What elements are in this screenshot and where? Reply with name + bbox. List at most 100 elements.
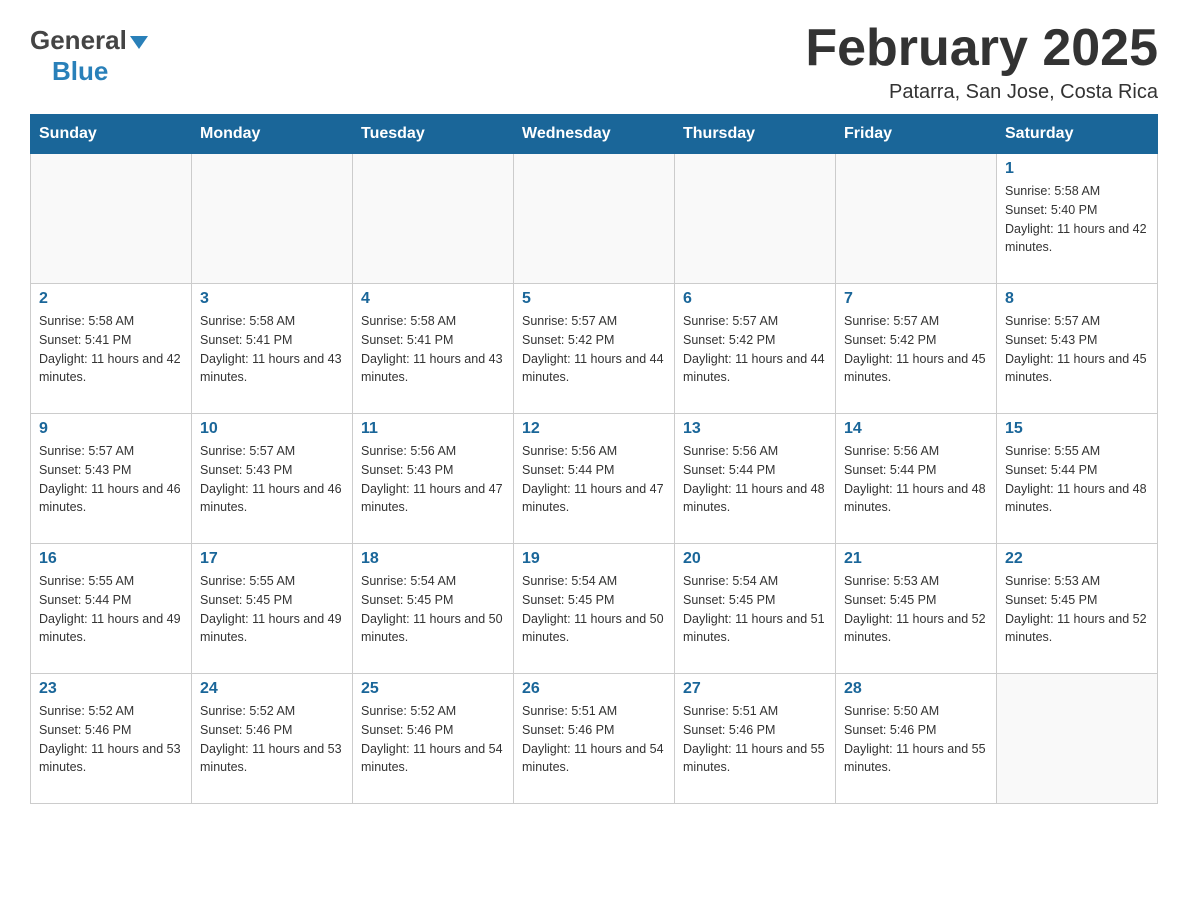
day-info: Sunrise: 5:56 AMSunset: 5:43 PMDaylight:… xyxy=(361,442,505,517)
calendar-cell: 18 Sunrise: 5:54 AMSunset: 5:45 PMDayligh… xyxy=(353,544,514,674)
day-number: 11 xyxy=(361,420,505,438)
calendar-cell: 5 Sunrise: 5:57 AMSunset: 5:42 PMDaylight… xyxy=(514,284,675,414)
day-number: 24 xyxy=(200,680,344,698)
day-number: 3 xyxy=(200,290,344,308)
calendar-cell: 10 Sunrise: 5:57 AMSunset: 5:43 PMDayligh… xyxy=(192,414,353,544)
day-number: 26 xyxy=(522,680,666,698)
calendar-cell: 17Sunrise: 5:55 AMSunset: 5:45 PMDayligh… xyxy=(192,544,353,674)
week-row-5: 23 Sunrise: 5:52 AMSunset: 5:46 PMDayligh… xyxy=(31,674,1158,804)
week-row-2: 2 Sunrise: 5:58 AMSunset: 5:41 PMDaylight… xyxy=(31,284,1158,414)
title-block: February 2025 Patarra, San Jose, Costa R… xyxy=(805,20,1158,104)
calendar-cell: 26 Sunrise: 5:51 AMSunset: 5:46 PMDayligh… xyxy=(514,674,675,804)
calendar-cell: 7 Sunrise: 5:57 AMSunset: 5:42 PMDaylight… xyxy=(836,284,997,414)
day-info: Sunrise: 5:58 AMSunset: 5:41 PMDaylight:… xyxy=(200,312,344,387)
location-subtitle: Patarra, San Jose, Costa Rica xyxy=(805,81,1158,104)
day-number: 4 xyxy=(361,290,505,308)
day-info: Sunrise: 5:56 AMSunset: 5:44 PMDaylight:… xyxy=(683,442,827,517)
day-number: 10 xyxy=(200,420,344,438)
day-info: Sunrise: 5:52 AMSunset: 5:46 PMDaylight:… xyxy=(39,702,183,777)
calendar-cell: 22 Sunrise: 5:53 AMSunset: 5:45 PMDayligh… xyxy=(997,544,1158,674)
month-year-title: February 2025 xyxy=(805,20,1158,77)
day-info: Sunrise: 5:57 AMSunset: 5:43 PMDaylight:… xyxy=(200,442,344,517)
day-info: Sunrise: 5:57 AMSunset: 5:42 PMDaylight:… xyxy=(844,312,988,387)
day-info: Sunrise: 5:51 AMSunset: 5:46 PMDaylight:… xyxy=(522,702,666,777)
day-info: Sunrise: 5:54 AMSunset: 5:45 PMDaylight:… xyxy=(361,572,505,647)
calendar-cell: 4 Sunrise: 5:58 AMSunset: 5:41 PMDaylight… xyxy=(353,284,514,414)
day-info: Sunrise: 5:57 AMSunset: 5:43 PMDaylight:… xyxy=(39,442,183,517)
weekday-header-saturday: Saturday xyxy=(997,115,1158,154)
day-number: 13 xyxy=(683,420,827,438)
calendar-cell xyxy=(675,154,836,284)
calendar-cell: 23 Sunrise: 5:52 AMSunset: 5:46 PMDayligh… xyxy=(31,674,192,804)
day-number: 2 xyxy=(39,290,183,308)
day-info: Sunrise: 5:55 AMSunset: 5:44 PMDaylight:… xyxy=(39,572,183,647)
calendar-cell: 28Sunrise: 5:50 AMSunset: 5:46 PMDayligh… xyxy=(836,674,997,804)
day-info: Sunrise: 5:54 AMSunset: 5:45 PMDaylight:… xyxy=(522,572,666,647)
day-number: 28 xyxy=(844,680,988,698)
day-number: 9 xyxy=(39,420,183,438)
day-number: 15 xyxy=(1005,420,1149,438)
calendar-cell xyxy=(997,674,1158,804)
day-number: 16 xyxy=(39,550,183,568)
calendar-cell: 16 Sunrise: 5:55 AMSunset: 5:44 PMDayligh… xyxy=(31,544,192,674)
calendar-table: SundayMondayTuesdayWednesdayThursdayFrid… xyxy=(30,114,1158,804)
calendar-cell: 19 Sunrise: 5:54 AMSunset: 5:45 PMDayligh… xyxy=(514,544,675,674)
day-info: Sunrise: 5:53 AMSunset: 5:45 PMDaylight:… xyxy=(844,572,988,647)
calendar-cell: 6 Sunrise: 5:57 AMSunset: 5:42 PMDaylight… xyxy=(675,284,836,414)
calendar-cell: 24Sunrise: 5:52 AMSunset: 5:46 PMDayligh… xyxy=(192,674,353,804)
weekday-header-friday: Friday xyxy=(836,115,997,154)
day-info: Sunrise: 5:57 AMSunset: 5:42 PMDaylight:… xyxy=(683,312,827,387)
day-info: Sunrise: 5:58 AMSunset: 5:41 PMDaylight:… xyxy=(39,312,183,387)
day-info: Sunrise: 5:54 AMSunset: 5:45 PMDaylight:… xyxy=(683,572,827,647)
weekday-header-tuesday: Tuesday xyxy=(353,115,514,154)
day-info: Sunrise: 5:57 AMSunset: 5:43 PMDaylight:… xyxy=(1005,312,1149,387)
calendar-cell: 8 Sunrise: 5:57 AMSunset: 5:43 PMDaylight… xyxy=(997,284,1158,414)
day-number: 8 xyxy=(1005,290,1149,308)
calendar-cell xyxy=(514,154,675,284)
week-row-1: 1 Sunrise: 5:58 AMSunset: 5:40 PMDaylight… xyxy=(31,154,1158,284)
day-number: 12 xyxy=(522,420,666,438)
day-number: 27 xyxy=(683,680,827,698)
week-row-4: 16 Sunrise: 5:55 AMSunset: 5:44 PMDayligh… xyxy=(31,544,1158,674)
calendar-cell: 12Sunrise: 5:56 AMSunset: 5:44 PMDayligh… xyxy=(514,414,675,544)
calendar-cell: 14Sunrise: 5:56 AMSunset: 5:44 PMDayligh… xyxy=(836,414,997,544)
day-info: Sunrise: 5:58 AMSunset: 5:40 PMDaylight:… xyxy=(1005,182,1149,257)
calendar-cell: 15 Sunrise: 5:55 AMSunset: 5:44 PMDayligh… xyxy=(997,414,1158,544)
weekday-header-row: SundayMondayTuesdayWednesdayThursdayFrid… xyxy=(31,115,1158,154)
calendar-cell: 25 Sunrise: 5:52 AMSunset: 5:46 PMDayligh… xyxy=(353,674,514,804)
day-number: 6 xyxy=(683,290,827,308)
calendar-cell xyxy=(192,154,353,284)
day-info: Sunrise: 5:55 AMSunset: 5:44 PMDaylight:… xyxy=(1005,442,1149,517)
day-info: Sunrise: 5:56 AMSunset: 5:44 PMDaylight:… xyxy=(844,442,988,517)
day-number: 18 xyxy=(361,550,505,568)
day-number: 22 xyxy=(1005,550,1149,568)
calendar-cell: 2 Sunrise: 5:58 AMSunset: 5:41 PMDaylight… xyxy=(31,284,192,414)
calendar-cell: 9 Sunrise: 5:57 AMSunset: 5:43 PMDaylight… xyxy=(31,414,192,544)
day-number: 5 xyxy=(522,290,666,308)
calendar-cell xyxy=(836,154,997,284)
day-number: 23 xyxy=(39,680,183,698)
day-number: 21 xyxy=(844,550,988,568)
day-info: Sunrise: 5:52 AMSunset: 5:46 PMDaylight:… xyxy=(361,702,505,777)
weekday-header-wednesday: Wednesday xyxy=(514,115,675,154)
day-number: 1 xyxy=(1005,160,1149,178)
day-info: Sunrise: 5:53 AMSunset: 5:45 PMDaylight:… xyxy=(1005,572,1149,647)
calendar-cell xyxy=(31,154,192,284)
day-number: 7 xyxy=(844,290,988,308)
weekday-header-sunday: Sunday xyxy=(31,115,192,154)
day-number: 17 xyxy=(200,550,344,568)
calendar-cell: 3 Sunrise: 5:58 AMSunset: 5:41 PMDaylight… xyxy=(192,284,353,414)
day-number: 20 xyxy=(683,550,827,568)
day-number: 25 xyxy=(361,680,505,698)
day-info: Sunrise: 5:58 AMSunset: 5:41 PMDaylight:… xyxy=(361,312,505,387)
day-info: Sunrise: 5:51 AMSunset: 5:46 PMDaylight:… xyxy=(683,702,827,777)
logo-blue-text: Blue xyxy=(30,56,108,86)
logo: General Blue xyxy=(30,20,148,87)
calendar-cell: 27 Sunrise: 5:51 AMSunset: 5:46 PMDayligh… xyxy=(675,674,836,804)
week-row-3: 9 Sunrise: 5:57 AMSunset: 5:43 PMDaylight… xyxy=(31,414,1158,544)
logo-triangle-icon xyxy=(130,36,148,49)
calendar-cell: 11 Sunrise: 5:56 AMSunset: 5:43 PMDayligh… xyxy=(353,414,514,544)
calendar-cell: 20 Sunrise: 5:54 AMSunset: 5:45 PMDayligh… xyxy=(675,544,836,674)
day-info: Sunrise: 5:57 AMSunset: 5:42 PMDaylight:… xyxy=(522,312,666,387)
day-number: 19 xyxy=(522,550,666,568)
